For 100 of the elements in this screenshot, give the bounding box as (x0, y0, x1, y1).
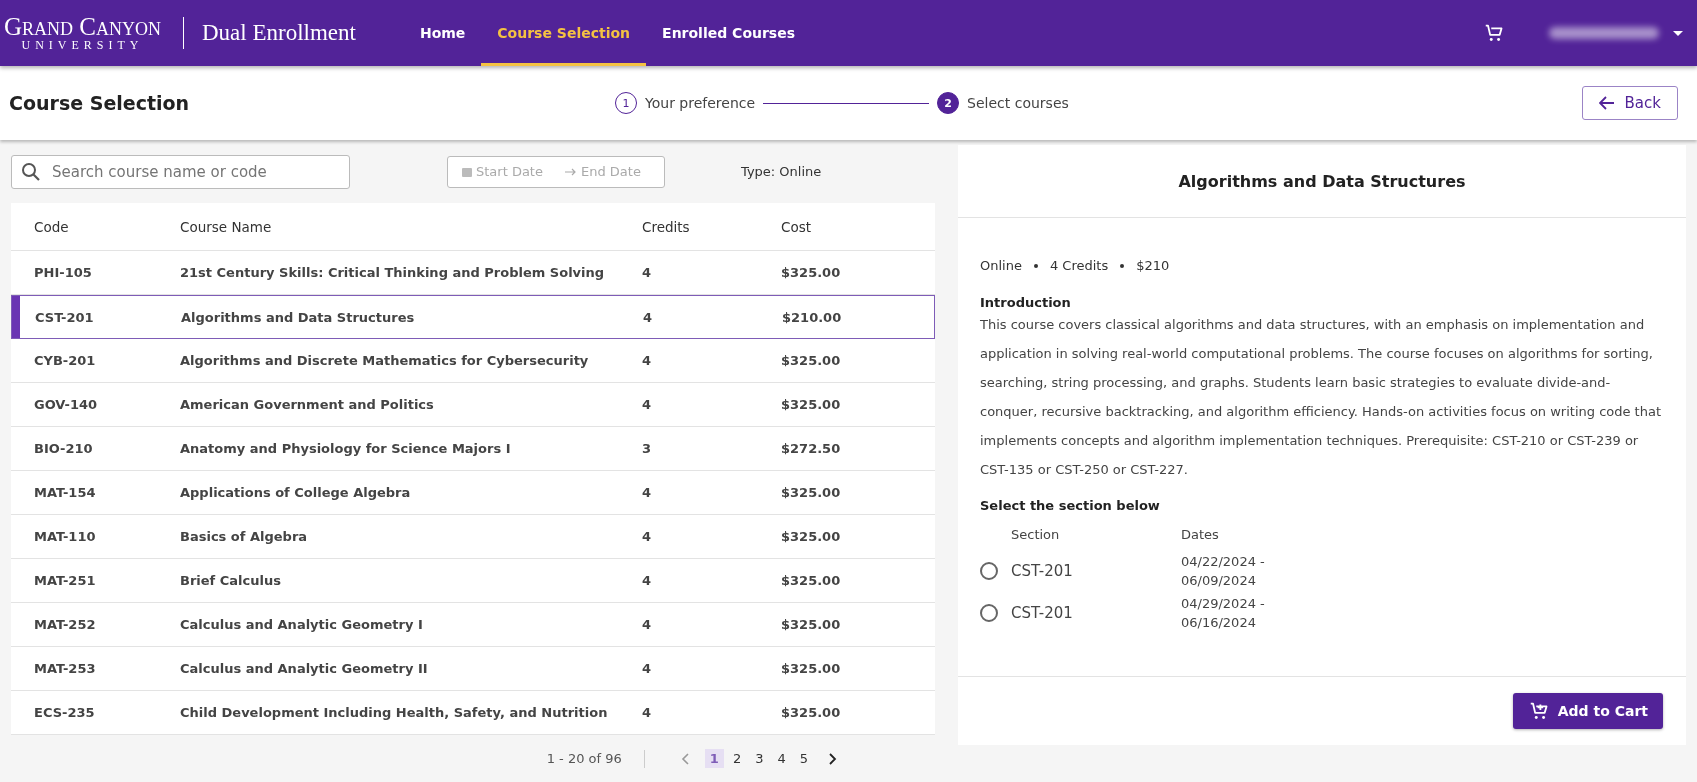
table-cell-text: Calculus and Analytic Geometry II (180, 661, 429, 677)
table-cell-text: 3 (642, 441, 653, 457)
course-description: This course covers classical algorithms and data structures, with an emphasis on implementation and application in solving real-world computational problems. The course focuses on algorithms for sorting, searching, string processing, and graphs. Students learn basic strategies to evaluate divide-and-conquer, recursive backtracking, and algorithm efficiency. Hands-on activities focus on writing code that implements concepts and algorithm implementation techniques. Prerequisite: CST-210 or CST-239 or CST-135 or CST-250 or CST-227. (980, 316, 1662, 479)
table-cell-text: 4 (642, 617, 653, 633)
app-title: Dual Enrollment (202, 20, 356, 46)
search-field[interactable]: Search course name or code (11, 154, 350, 189)
table-cell-text: 4 (643, 309, 654, 325)
step-number: 2 (937, 92, 960, 114)
page-button[interactable]: 5 (794, 749, 813, 769)
step-label: Your preference (645, 95, 756, 111)
page-title: Course Selection (9, 92, 191, 114)
column-header: Dates (1181, 527, 1220, 542)
column-header: Credits (642, 218, 691, 235)
column-header: Course Name (180, 218, 273, 235)
course-row[interactable]: ECS-235 Child Development Including Health, Safety, and Nutrition 4 $325.00 (11, 691, 935, 736)
course-meta: $210 (1136, 258, 1170, 273)
table-cell-text: 21st Century Skills: Critical Thinking and Problem Solving (180, 265, 606, 281)
bullet-icon (1120, 263, 1125, 268)
course-row[interactable]: MAT-252 Calculus and Analytic Geometry I 4 $325.00 (11, 603, 935, 648)
course-row[interactable]: CST-201 Algorithms and Data Structures 4 $210.00 (11, 295, 935, 340)
table-cell-text: $325.00 (781, 397, 842, 413)
table-cell-text: $325.00 (781, 529, 842, 545)
calendar-icon (462, 166, 472, 177)
table-cell-text: $325.00 (781, 617, 842, 633)
bullet-icon (1033, 263, 1038, 268)
table-cell-text: MAT-154 (34, 485, 97, 501)
type-label: Type: Online (741, 164, 822, 180)
table-cell-text: MAT-110 (34, 529, 97, 545)
column-header: Code (34, 218, 70, 235)
page-button[interactable]: 3 (750, 749, 769, 769)
table-cell-text: Calculus and Analytic Geometry I (180, 617, 424, 633)
course-meta: Online (980, 258, 1022, 273)
page-button[interactable]: 2 (727, 749, 747, 769)
table-cell-text: $325.00 (781, 485, 842, 501)
logo-text: Grand Canyon (4, 13, 161, 39)
section-heading: Introduction (980, 295, 1072, 310)
table-cell-text: GOV-140 (34, 397, 99, 413)
course-row[interactable]: PHI-105 21st Century Skills: Critical Thinking and Problem Solving 4 $325.00 (11, 251, 935, 296)
table-cell-text: $210.00 (782, 309, 843, 325)
table-cell-text: 4 (642, 485, 653, 501)
table-cell-text: $325.00 (781, 661, 842, 677)
table-cell-text: $325.00 (781, 573, 842, 589)
table-cell-text: Algorithms and Data Structures (181, 309, 416, 325)
table-cell-text: Brief Calculus (180, 573, 282, 589)
column-header: Section (1011, 527, 1061, 542)
table-cell-text: BIO-210 (34, 441, 94, 457)
table-cell-text: 4 (642, 661, 653, 677)
table-cell-text: 4 (642, 705, 653, 721)
table-cell-text: $325.00 (781, 353, 842, 369)
add-to-cart-button[interactable]: Add to Cart (1512, 693, 1663, 729)
table-cell-text: PHI-105 (34, 265, 93, 281)
table-cell-text: CYB-201 (34, 353, 97, 369)
column-header: Cost (781, 218, 812, 235)
course-row[interactable]: GOV-140 American Government and Politics 4 $325.00 (11, 383, 935, 428)
course-row[interactable]: MAT-251 Brief Calculus 4 $325.00 (11, 559, 935, 604)
table-cell-text: 4 (642, 529, 653, 545)
detail-title: Algorithms and Data Structures (1178, 171, 1466, 191)
table-cell-text: MAT-252 (34, 617, 97, 633)
nav-link[interactable]: Enrolled Courses (646, 0, 812, 66)
table-cell-text: Applications of College Algebra (180, 485, 412, 501)
course-row[interactable]: MAT-110 Basics of Algebra 4 $325.00 (11, 515, 935, 560)
table-cell-text: American Government and Politics (180, 397, 435, 413)
section-code: CST-201 (1011, 562, 1074, 580)
section-heading: Select the section below (980, 498, 1161, 513)
table-cell-text: $325.00 (781, 265, 842, 281)
logo-subtext: UNIVERSITY (21, 38, 144, 53)
table-cell-text: Basics of Algebra (180, 529, 309, 545)
cart-icon (1483, 22, 1505, 44)
section-code: CST-201 (1011, 604, 1074, 622)
radio-button[interactable] (980, 562, 998, 580)
table-cell-text: Child Development Including Health, Safety, and Nutrition (180, 705, 609, 721)
arrow-left-icon (1598, 96, 1615, 110)
table-cell-text: $272.50 (781, 441, 842, 457)
table-cell-text: $325.00 (781, 705, 842, 721)
table-cell-text: 4 (642, 265, 653, 281)
course-row[interactable]: CYB-201 Algorithms and Discrete Mathematics for Cybersecurity 4 $325.00 (11, 339, 935, 384)
table-cell-text: 4 (642, 397, 653, 413)
course-row[interactable]: BIO-210 Anatomy and Physiology for Science Majors I 3 $272.50 (11, 427, 935, 472)
table-cell-text: ECS-235 (34, 705, 96, 721)
page-button[interactable]: 4 (772, 749, 791, 769)
table-cell-text: Algorithms and Discrete Mathematics for Cybersecurity (180, 353, 590, 369)
table-cell-text: 4 (642, 353, 653, 369)
table-cell-text: CST-201 (35, 309, 95, 325)
arrow-right-icon (564, 167, 577, 176)
radio-button[interactable] (980, 604, 998, 622)
course-row[interactable]: MAT-253 Calculus and Analytic Geometry II 4 $325.00 (11, 647, 935, 692)
section-dates: 04/22/2024 - 06/09/2024 (1181, 553, 1266, 590)
step-label: Select courses (967, 95, 1069, 111)
section-dates: 04/29/2024 - 06/16/2024 (1181, 595, 1266, 632)
table-cell-text: 4 (642, 573, 653, 589)
nav-link[interactable]: Home (403, 0, 482, 66)
page-button[interactable]: 1 (704, 749, 724, 769)
caret-icon[interactable] (1673, 30, 1683, 36)
table-cell-text: MAT-251 (34, 573, 97, 589)
table-cell-text: Anatomy and Physiology for Science Majors I (180, 441, 512, 457)
back-button[interactable]: Back (1581, 86, 1678, 120)
table-cell-text: MAT-253 (34, 661, 97, 677)
course-meta: 4 Credits (1049, 258, 1109, 273)
page-range: 1 - 20 of 96 (546, 751, 622, 767)
course-row[interactable]: MAT-154 Applications of College Algebra 4 $325.00 (11, 471, 935, 516)
